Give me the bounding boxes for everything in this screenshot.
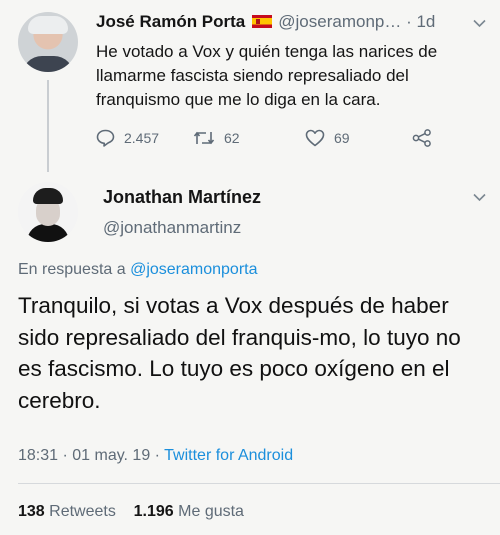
- timestamp[interactable]: 18:31 · 01 may. 19 ·: [18, 447, 160, 464]
- author-name[interactable]: José Ramón Porta: [96, 12, 245, 31]
- retweet-icon: [193, 131, 215, 145]
- source-link[interactable]: Twitter for Android: [164, 447, 293, 464]
- reply-count: 2.457: [124, 130, 160, 146]
- avatar[interactable]: [18, 182, 78, 242]
- reply-to-link[interactable]: @joseramonporta: [130, 261, 257, 278]
- reply-prefix: En respuesta a: [18, 261, 126, 278]
- tweet-text: He votado a Vox y quién tenga las narice…: [96, 42, 438, 109]
- reply-icon: [96, 129, 115, 147]
- retweet-stat-count: 138: [18, 503, 45, 520]
- share-button[interactable]: [412, 128, 432, 148]
- retweet-button[interactable]: 62: [193, 128, 240, 148]
- avatar[interactable]: [18, 12, 78, 72]
- chevron-down-icon[interactable]: [473, 16, 486, 31]
- author-handle[interactable]: @jonathanmartinz: [103, 218, 241, 238]
- divider: [18, 483, 500, 484]
- tweet-text: Tranquilo, si votas a Vox después de hab…: [18, 293, 461, 413]
- reply-button[interactable]: 2.457: [96, 128, 159, 148]
- spain-flag-icon: [252, 15, 273, 28]
- tweet-meta: 18:31 · 01 may. 19 · Twitter for Android: [18, 447, 293, 465]
- like-stat-label: Me gusta: [178, 503, 244, 520]
- like-icon: [305, 129, 325, 147]
- retweet-stat[interactable]: 138 Retweets: [18, 503, 116, 520]
- retweet-count: 62: [224, 130, 240, 146]
- like-stat[interactable]: 1.196 Me gusta: [134, 503, 244, 520]
- reply-context: En respuesta a @joseramonporta: [18, 261, 258, 279]
- tweet-time[interactable]: · 1d: [406, 12, 435, 31]
- tweet-header: José Ramón Porta @joseramonp… · 1d: [96, 12, 435, 32]
- author-handle[interactable]: @joseramonp…: [278, 12, 401, 31]
- like-stat-count: 1.196: [133, 503, 174, 520]
- thread-line: [47, 80, 49, 172]
- share-icon: [412, 129, 431, 147]
- tweet-stats: 138 Retweets 1.196 Me gusta: [18, 503, 244, 521]
- like-count: 69: [334, 130, 350, 146]
- like-button[interactable]: 69: [305, 128, 350, 148]
- chevron-down-icon[interactable]: [473, 190, 486, 205]
- retweet-stat-label: Retweets: [49, 503, 116, 520]
- author-name[interactable]: Jonathan Martínez: [103, 187, 261, 208]
